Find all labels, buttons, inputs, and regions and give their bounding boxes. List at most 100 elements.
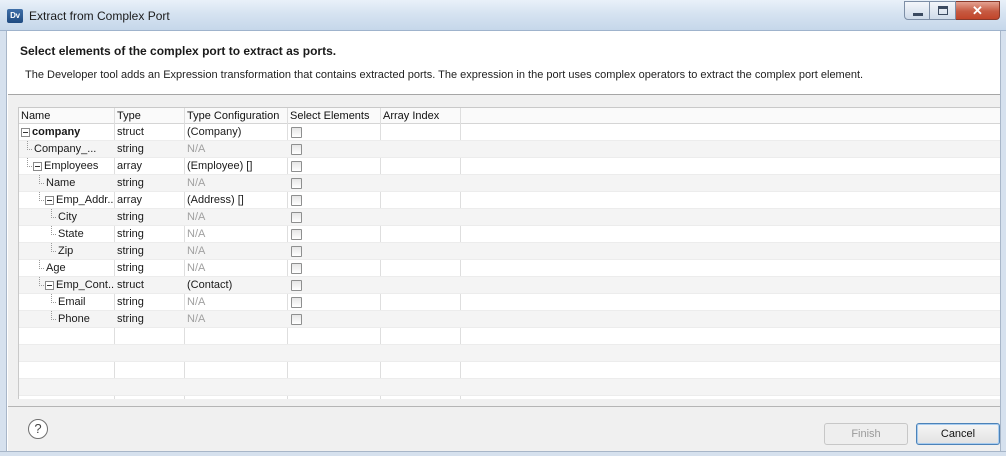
port-type-configuration: N/A — [187, 262, 206, 274]
port-name: Name — [46, 177, 76, 189]
port-name: State — [58, 228, 84, 240]
select-element-checkbox[interactable] — [291, 195, 302, 206]
select-element-checkbox[interactable] — [291, 178, 302, 189]
port-type: string — [117, 313, 144, 325]
window-controls: ✕ — [904, 1, 1000, 21]
table-row[interactable]: City string N/A — [19, 209, 1000, 226]
port-name: Email — [58, 296, 86, 308]
port-type: struct — [117, 126, 144, 138]
table-row[interactable]: Name string N/A — [19, 175, 1000, 192]
app-icon: Dv — [7, 9, 23, 23]
port-type: array — [117, 160, 143, 172]
tree-connector — [51, 209, 52, 218]
tree-connector — [39, 192, 40, 201]
port-name: City — [58, 211, 77, 223]
select-element-checkbox[interactable] — [291, 263, 302, 274]
port-name: Company_... — [34, 143, 97, 155]
port-type-configuration: (Company) — [187, 126, 242, 138]
table-row[interactable]: Phone string N/A — [19, 311, 1000, 328]
empty-table-row — [19, 345, 1000, 362]
finish-button[interactable]: Finish — [824, 423, 908, 445]
select-element-checkbox[interactable] — [291, 280, 302, 291]
table-row[interactable]: Emp_Addr... array (Address) [] — [19, 192, 1000, 209]
port-type: string — [117, 143, 144, 155]
table-row[interactable]: Zip string N/A — [19, 243, 1000, 260]
tree-connector — [51, 311, 52, 320]
column-header-array-index[interactable]: Array Index — [381, 108, 461, 124]
port-name: company — [32, 126, 81, 138]
collapse-toggle-icon[interactable] — [21, 128, 30, 137]
table-row[interactable]: Age string N/A — [19, 260, 1000, 277]
dialog-header: Select elements of the complex port to e… — [8, 32, 1000, 94]
column-header-name[interactable]: Name — [19, 108, 115, 124]
maximize-icon — [938, 6, 948, 15]
port-type-configuration: (Contact) — [187, 279, 233, 291]
port-type-configuration: N/A — [187, 313, 206, 325]
dialog-heading: Select elements of the complex port to e… — [20, 44, 337, 58]
collapse-toggle-icon[interactable] — [45, 196, 54, 205]
column-header-select-elements[interactable]: Select Elements — [288, 108, 381, 124]
dialog-description: The Developer tool adds an Expression tr… — [25, 69, 864, 81]
window-frame-right — [1000, 31, 1006, 456]
window-frame-bottom — [0, 451, 1006, 456]
help-icon[interactable]: ? — [28, 419, 48, 439]
port-name: Phone — [58, 313, 90, 325]
port-type-configuration: N/A — [187, 177, 206, 189]
column-header-type[interactable]: Type — [115, 108, 185, 124]
window-title: Extract from Complex Port — [29, 9, 170, 23]
tree-connector — [27, 141, 28, 150]
table-row[interactable]: Company_... string N/A — [19, 141, 1000, 158]
window-frame-left — [0, 31, 7, 456]
port-type-configuration: N/A — [187, 245, 206, 257]
column-header-type-configuration[interactable]: Type Configuration — [185, 108, 288, 124]
tree-connector — [51, 226, 52, 235]
select-element-checkbox[interactable] — [291, 161, 302, 172]
tree-connector — [39, 175, 40, 184]
port-type-configuration: (Address) [] — [187, 194, 244, 206]
tree-connector — [27, 158, 28, 167]
close-button[interactable]: ✕ — [956, 1, 1000, 20]
port-type-configuration: N/A — [187, 211, 206, 223]
table-row[interactable]: Employees array (Employee) [] — [19, 158, 1000, 175]
tree-connector — [51, 294, 52, 303]
port-type: array — [117, 194, 143, 206]
collapse-toggle-icon[interactable] — [33, 162, 42, 171]
port-name: Age — [46, 262, 66, 274]
empty-table-row — [19, 396, 1000, 399]
port-name: Zip — [58, 245, 74, 257]
port-type: string — [117, 211, 144, 223]
port-type-configuration: N/A — [187, 143, 206, 155]
empty-table-row — [19, 362, 1000, 379]
table-row[interactable]: company struct (Company) — [19, 124, 1000, 141]
empty-table-row — [19, 328, 1000, 345]
minimize-button[interactable] — [904, 1, 930, 20]
port-type: struct — [117, 279, 144, 291]
close-icon: ✕ — [972, 3, 983, 18]
complex-port-table: Name Type Type Configuration Select Elem… — [18, 107, 1000, 399]
port-type-configuration: (Employee) [] — [187, 160, 253, 172]
select-element-checkbox[interactable] — [291, 127, 302, 138]
empty-table-row — [19, 379, 1000, 396]
select-element-checkbox[interactable] — [291, 229, 302, 240]
collapse-toggle-icon[interactable] — [45, 281, 54, 290]
maximize-button[interactable] — [930, 1, 956, 20]
port-name: Employees — [44, 160, 99, 172]
port-type: string — [117, 262, 144, 274]
tree-connector — [51, 243, 52, 252]
select-element-checkbox[interactable] — [291, 314, 302, 325]
table-row[interactable]: Emp_Cont... struct (Contact) — [19, 277, 1000, 294]
port-type: string — [117, 177, 144, 189]
tree-connector — [39, 277, 40, 286]
select-element-checkbox[interactable] — [291, 297, 302, 308]
select-element-checkbox[interactable] — [291, 144, 302, 155]
tree-connector — [39, 260, 40, 269]
port-type-configuration: N/A — [187, 296, 206, 308]
port-type: string — [117, 296, 144, 308]
table-row[interactable]: State string N/A — [19, 226, 1000, 243]
cancel-button[interactable]: Cancel — [916, 423, 1000, 445]
table-row[interactable]: Email string N/A — [19, 294, 1000, 311]
port-name: Emp_Addr... — [56, 194, 114, 206]
select-element-checkbox[interactable] — [291, 212, 302, 223]
select-element-checkbox[interactable] — [291, 246, 302, 257]
port-name: Emp_Cont... — [56, 279, 114, 291]
